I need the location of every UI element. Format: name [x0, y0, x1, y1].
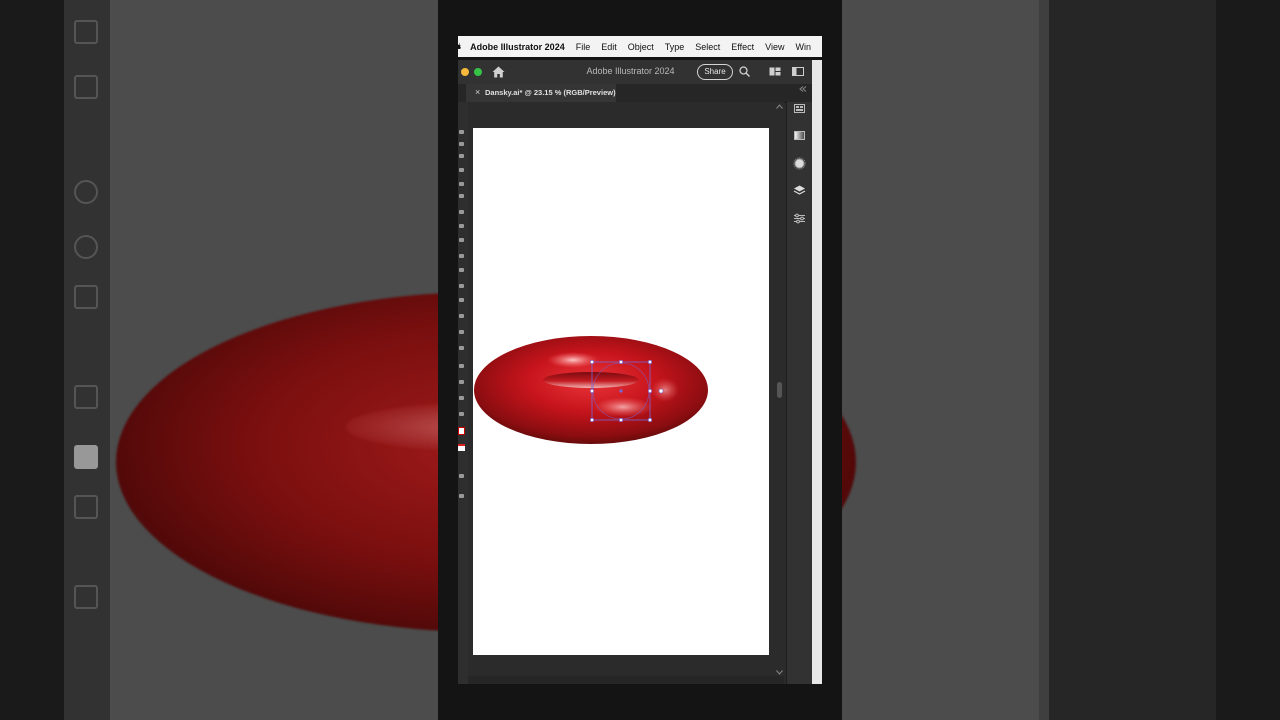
direct-selection-tool-icon[interactable] [459, 142, 464, 146]
torus-highlight-right [651, 378, 679, 402]
magic-wand-tool-icon[interactable] [459, 154, 464, 158]
scroll-down-icon[interactable] [776, 670, 783, 675]
pen-tool-icon[interactable] [459, 182, 464, 186]
tools-panel [458, 102, 468, 684]
background-scrollbar [1039, 0, 1049, 720]
canvas-area[interactable] [468, 102, 784, 684]
free-transform-tool-icon[interactable] [459, 330, 464, 334]
menu-object[interactable]: Object [628, 42, 654, 52]
appearance-icon[interactable] [793, 157, 806, 170]
menu-type[interactable]: Type [665, 42, 685, 52]
document-tab-label: Dansky.ai* @ 23.15 % (RGB/Preview) [485, 88, 616, 97]
gradient-tool-icon[interactable] [459, 364, 464, 368]
home-icon[interactable] [492, 66, 505, 78]
background-panel [1049, 0, 1216, 720]
selection-tool-icon[interactable] [459, 130, 464, 134]
share-button[interactable]: Share [697, 64, 733, 80]
illustrator-window: Adobe Illustrator 2024 Share × Dansky.ai… [458, 60, 812, 684]
menu-select[interactable]: Select [695, 42, 720, 52]
scroll-up-icon[interactable] [776, 104, 783, 109]
search-icon[interactable] [739, 66, 750, 77]
rectangle-tool-icon[interactable] [459, 238, 464, 242]
panel-toggle-icon[interactable] [792, 67, 804, 76]
apple-icon[interactable] [458, 42, 461, 51]
scroll-thumb[interactable] [777, 382, 782, 398]
background-blur-right [842, 0, 1216, 720]
curvature-tool-icon[interactable] [459, 194, 464, 198]
menu-edit[interactable]: Edit [601, 42, 617, 52]
lasso-tool-icon[interactable] [459, 168, 464, 172]
desktop-strip [812, 60, 822, 684]
shaper-tool-icon[interactable] [459, 268, 464, 272]
background-blur-left [64, 0, 438, 720]
menu-view[interactable]: View [765, 42, 784, 52]
swap-fill-stroke-icon[interactable] [459, 412, 464, 416]
width-tool-icon[interactable] [459, 314, 464, 318]
vertical-scrollbar[interactable] [775, 102, 784, 682]
stroke-swatch[interactable] [458, 444, 465, 451]
torus-highlight-back [547, 352, 599, 368]
menu-window[interactable]: Win [796, 42, 812, 52]
type-tool-icon[interactable] [459, 210, 464, 214]
right-panel-dock [786, 102, 812, 684]
line-tool-icon[interactable] [459, 224, 464, 228]
fill-swatch[interactable] [458, 427, 465, 435]
libraries-icon[interactable] [793, 102, 806, 115]
rotate-tool-icon[interactable] [459, 298, 464, 302]
eyedropper-tool-icon[interactable] [459, 380, 464, 384]
blend-tool-icon[interactable] [459, 396, 464, 400]
properties-icon[interactable] [793, 212, 806, 225]
document-tab[interactable]: × Dansky.ai* @ 23.15 % (RGB/Preview) [466, 84, 616, 102]
zoom-button[interactable] [474, 68, 482, 76]
workspace-switcher-icon[interactable] [769, 67, 781, 76]
collapse-panels-icon[interactable] [799, 86, 807, 92]
menu-effect[interactable]: Effect [731, 42, 754, 52]
menu-bar: Adobe Illustrator 2024 File Edit Object … [458, 36, 822, 57]
eraser-tool-icon[interactable] [459, 284, 464, 288]
background-tool-icons [64, 0, 110, 720]
more-tools-icon[interactable] [459, 494, 464, 498]
title-bar: Adobe Illustrator 2024 Share [458, 60, 812, 84]
window-title: Adobe Illustrator 2024 [586, 66, 675, 76]
paintbrush-tool-icon[interactable] [459, 254, 464, 258]
tab-close-icon[interactable]: × [475, 87, 480, 97]
menu-app-name[interactable]: Adobe Illustrator 2024 [470, 42, 565, 52]
torus-hole [543, 372, 639, 388]
artboard[interactable] [473, 128, 769, 655]
torus-artwork[interactable] [473, 128, 769, 655]
draw-mode-icon[interactable] [459, 474, 464, 478]
layers-icon[interactable] [793, 184, 806, 197]
background-torus-right [842, 292, 856, 632]
menu-file[interactable]: File [576, 42, 591, 52]
background-torus [116, 292, 438, 632]
shape-builder-tool-icon[interactable] [459, 346, 464, 350]
minimize-button[interactable] [461, 68, 469, 76]
document-tab-bar: × Dansky.ai* @ 23.15 % (RGB/Preview) [458, 84, 812, 103]
horizontal-scrollbar[interactable] [468, 676, 784, 684]
gradient-icon[interactable] [793, 129, 806, 142]
